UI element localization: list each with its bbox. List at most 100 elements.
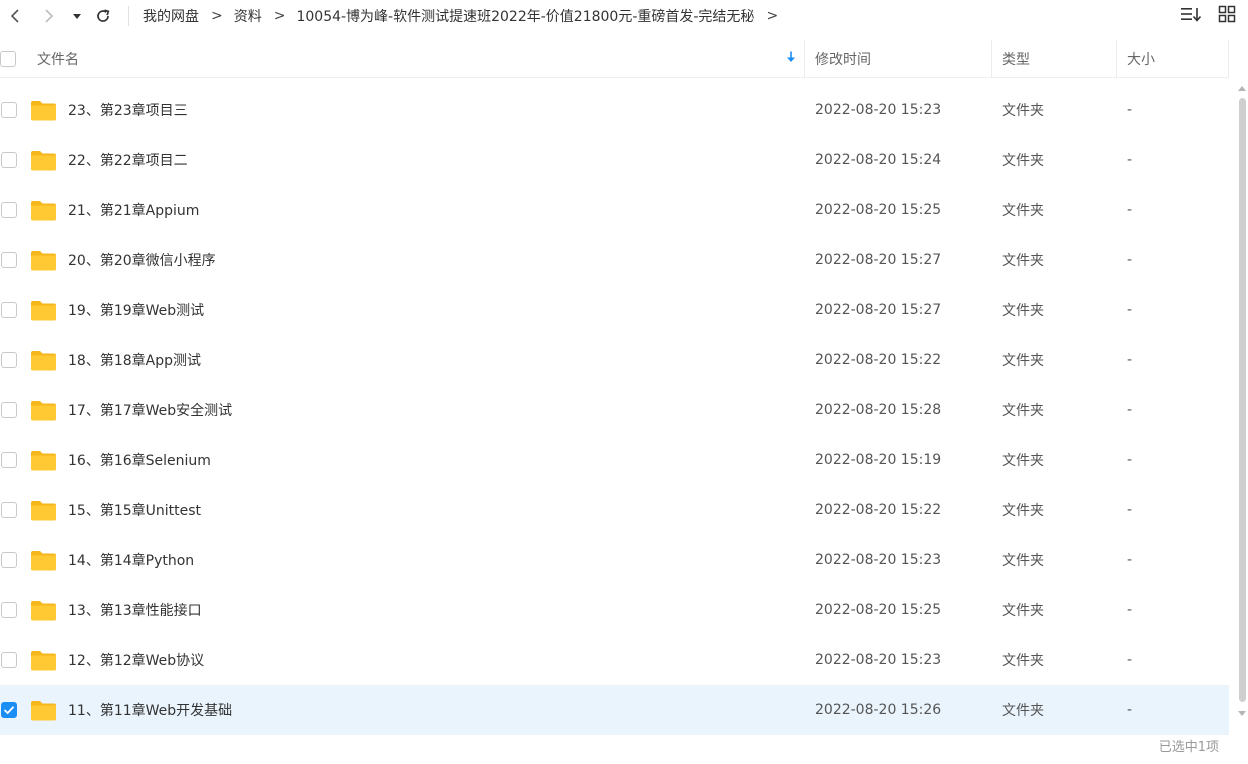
column-header-modified[interactable]: 修改时间 bbox=[815, 40, 871, 78]
row-checkbox[interactable] bbox=[1, 102, 17, 118]
breadcrumb-item-materials[interactable]: 资料 bbox=[234, 6, 262, 26]
table-row[interactable]: 21、第21章Appium 2022-08-20 15:25 文件夹 - bbox=[0, 185, 1229, 235]
folder-icon bbox=[30, 385, 57, 435]
row-checkbox[interactable] bbox=[1, 702, 17, 718]
row-checkbox-cell bbox=[1, 235, 17, 285]
table-row[interactable]: 14、第14章Python 2022-08-20 15:23 文件夹 - bbox=[0, 535, 1229, 585]
row-checkbox[interactable] bbox=[1, 652, 17, 668]
scrollbar-thumb[interactable] bbox=[1239, 98, 1246, 702]
row-checkbox[interactable] bbox=[1, 602, 17, 618]
modified-time: 2022-08-20 15:25 bbox=[815, 602, 942, 618]
table-row[interactable]: 19、第19章Web测试 2022-08-20 15:27 文件夹 - bbox=[0, 285, 1229, 335]
file-name[interactable]: 15、第15章Unittest bbox=[68, 485, 201, 535]
refresh-button[interactable] bbox=[89, 1, 117, 31]
file-list: 23、第23章项目三 2022-08-20 15:23 文件夹 - 22、第22章项目二… bbox=[0, 85, 1229, 735]
table-row[interactable]: 18、第18章App测试 2022-08-20 15:22 文件夹 - bbox=[0, 335, 1229, 385]
row-checkbox[interactable] bbox=[1, 302, 17, 318]
breadcrumb-item-my-drive[interactable]: 我的网盘 bbox=[143, 6, 199, 26]
file-type: 文件夹 bbox=[1002, 303, 1044, 319]
file-name[interactable]: 20、第20章微信小程序 bbox=[68, 235, 216, 285]
column-divider[interactable] bbox=[1116, 40, 1117, 78]
column-header-size[interactable]: 大小 bbox=[1127, 40, 1155, 78]
file-size: - bbox=[1127, 452, 1133, 468]
breadcrumb-expand-icon[interactable]: > bbox=[766, 8, 778, 24]
folder-icon bbox=[30, 535, 57, 585]
modified-time: 2022-08-20 15:22 bbox=[815, 352, 942, 368]
table-row[interactable]: 13、第13章性能接口 2022-08-20 15:25 文件夹 - bbox=[0, 585, 1229, 635]
column-header-name[interactable]: 文件名 bbox=[37, 40, 79, 78]
row-checkbox-cell bbox=[1, 285, 17, 335]
row-checkbox-cell bbox=[1, 535, 17, 585]
row-checkbox[interactable] bbox=[1, 402, 17, 418]
vertical-scrollbar[interactable] bbox=[1236, 82, 1248, 722]
row-checkbox[interactable] bbox=[1, 152, 17, 168]
row-checkbox[interactable] bbox=[1, 552, 17, 568]
file-name[interactable]: 18、第18章App测试 bbox=[68, 335, 201, 385]
file-name[interactable]: 11、第11章Web开发基础 bbox=[68, 685, 232, 735]
file-size: - bbox=[1127, 352, 1133, 368]
modified-time: 2022-08-20 15:19 bbox=[815, 452, 942, 468]
grid-view-icon bbox=[1218, 5, 1236, 27]
row-checkbox-cell bbox=[1, 335, 17, 385]
table-row[interactable]: 16、第16章Selenium 2022-08-20 15:19 文件夹 - bbox=[0, 435, 1229, 485]
table-row[interactable]: 22、第22章项目二 2022-08-20 15:24 文件夹 - bbox=[0, 135, 1229, 185]
table-row[interactable]: 12、第12章Web协议 2022-08-20 15:23 文件夹 - bbox=[0, 635, 1229, 685]
row-checkbox[interactable] bbox=[1, 502, 17, 518]
row-checkbox[interactable] bbox=[1, 352, 17, 368]
folder-icon bbox=[30, 435, 57, 485]
table-row[interactable]: 17、第17章Web安全测试 2022-08-20 15:28 文件夹 - bbox=[0, 385, 1229, 435]
modified-time: 2022-08-20 15:26 bbox=[815, 702, 942, 718]
column-divider[interactable] bbox=[991, 40, 992, 78]
scroll-down-arrow-icon[interactable] bbox=[1238, 710, 1246, 718]
back-button[interactable] bbox=[0, 1, 30, 31]
file-name[interactable]: 14、第14章Python bbox=[68, 535, 194, 585]
table-row[interactable]: 23、第23章项目三 2022-08-20 15:23 文件夹 - bbox=[0, 85, 1229, 135]
file-name[interactable]: 17、第17章Web安全测试 bbox=[68, 385, 232, 435]
breadcrumb-item-current-folder[interactable]: 10054-博为峰-软件测试提速班2022年-价值21800元-重磅首发-完结无… bbox=[296, 6, 754, 26]
grid-view-button[interactable] bbox=[1216, 5, 1238, 27]
sort-view-button[interactable] bbox=[1180, 5, 1202, 27]
file-name[interactable]: 16、第16章Selenium bbox=[68, 435, 211, 485]
file-size: - bbox=[1127, 702, 1133, 718]
table-row[interactable]: 20、第20章微信小程序 2022-08-20 15:27 文件夹 - bbox=[0, 235, 1229, 285]
column-header-type[interactable]: 类型 bbox=[1002, 40, 1030, 78]
file-name[interactable]: 19、第19章Web测试 bbox=[68, 285, 204, 335]
sort-direction-button[interactable] bbox=[783, 40, 799, 78]
file-type: 文件夹 bbox=[1002, 153, 1044, 169]
row-checkbox[interactable] bbox=[1, 202, 17, 218]
chevron-right-icon bbox=[43, 8, 55, 24]
modified-time: 2022-08-20 15:23 bbox=[815, 102, 942, 118]
file-name[interactable]: 21、第21章Appium bbox=[68, 185, 199, 235]
folder-icon bbox=[30, 335, 57, 385]
select-all-checkbox[interactable] bbox=[0, 51, 16, 67]
scroll-up-arrow-icon[interactable] bbox=[1238, 84, 1246, 92]
row-checkbox-cell bbox=[1, 135, 17, 185]
row-checkbox-cell bbox=[1, 585, 17, 635]
folder-icon bbox=[30, 235, 57, 285]
file-name[interactable]: 12、第12章Web协议 bbox=[68, 635, 204, 685]
file-name[interactable]: 23、第23章项目三 bbox=[68, 85, 188, 135]
modified-time: 2022-08-20 15:23 bbox=[815, 552, 942, 568]
checkmark-icon bbox=[3, 706, 15, 715]
folder-icon bbox=[30, 85, 57, 135]
toolbar-divider bbox=[128, 6, 129, 26]
file-size: - bbox=[1127, 252, 1133, 268]
folder-icon bbox=[30, 485, 57, 535]
folder-icon bbox=[30, 285, 57, 335]
row-checkbox[interactable] bbox=[1, 252, 17, 268]
row-checkbox-cell bbox=[1, 435, 17, 485]
table-row[interactable]: 11、第11章Web开发基础 2022-08-20 15:26 文件夹 - bbox=[0, 685, 1229, 735]
column-divider[interactable] bbox=[804, 40, 805, 78]
table-row[interactable]: 15、第15章Unittest 2022-08-20 15:22 文件夹 - bbox=[0, 485, 1229, 535]
folder-icon bbox=[30, 185, 57, 235]
file-size: - bbox=[1127, 652, 1133, 668]
arrow-down-icon bbox=[786, 51, 796, 67]
forward-button[interactable] bbox=[34, 1, 64, 31]
sort-list-icon bbox=[1180, 6, 1202, 26]
row-checkbox[interactable] bbox=[1, 452, 17, 468]
modified-time: 2022-08-20 15:23 bbox=[815, 652, 942, 668]
file-name[interactable]: 22、第22章项目二 bbox=[68, 135, 188, 185]
file-name[interactable]: 13、第13章性能接口 bbox=[68, 585, 202, 635]
modified-time: 2022-08-20 15:27 bbox=[815, 252, 942, 268]
history-dropdown-button[interactable] bbox=[66, 1, 88, 31]
